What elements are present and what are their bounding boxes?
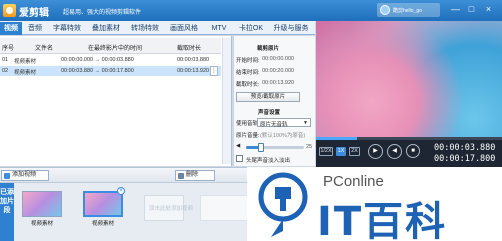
scrollbar[interactable] <box>222 38 231 164</box>
avatar <box>380 5 390 15</box>
row-filename: 视频素材 <box>14 59 37 65</box>
add-clip-placeholder-text: 双击此处添加视频 <box>149 206 194 212</box>
row-menu-icon[interactable]: ⋮ <box>210 66 218 76</box>
volume-slider-handle[interactable] <box>257 143 264 152</box>
clip-thumbnail <box>83 191 123 217</box>
minimize-icon[interactable]: — <box>450 4 461 15</box>
table-row[interactable]: 02 视频素材 00:00:03.880 → 00:00:17.800 00:0… <box>0 66 221 76</box>
app-logo-icon <box>3 4 16 17</box>
section-title-audio: 声音设置 <box>258 110 281 116</box>
add-video-icon <box>4 173 10 179</box>
row-duration: 00:00:13.920 <box>177 68 210 74</box>
player-controls: 1/2X 1X 2X ▶ ◀ ■ 00:00:03.880 00:00:17.8… <box>316 137 502 167</box>
audio-track-value: 原片无音轨 <box>260 122 288 128</box>
speed-normal-button[interactable]: 1X <box>336 147 346 156</box>
clip-thumbnail <box>22 191 62 217</box>
row-time-range: 00:00:00.000 → 00:00:03.880 <box>61 57 134 63</box>
duration-value[interactable]: 00:00:13.920 <box>262 80 294 86</box>
audio-track-label: 使用音轨: <box>236 121 260 127</box>
table-row[interactable]: 01 视频素材 00:00:00.000 → 00:00:03.880 00:0… <box>0 55 221 65</box>
row-duration: 00:00:03.880 <box>177 57 210 63</box>
column-header-number: 序号 <box>2 46 15 52</box>
volume-hint: (默认100%为原音) <box>260 133 306 139</box>
row-time-range: 00:00:03.880 → 00:00:17.800 <box>61 68 134 74</box>
pconline-logo-icon <box>258 172 308 237</box>
start-time-label: 开始时间: <box>236 58 260 64</box>
chevron-down-icon: ▼ <box>303 120 308 126</box>
title-bar: 爱剪辑 超易用、强大的视频剪辑软件 酷剪hello_go — □ × <box>0 0 502 21</box>
playback-progress-bar[interactable] <box>316 137 502 140</box>
watermark-overlay: PConline IT百科 <box>247 167 502 241</box>
add-video-button[interactable]: 添加视频 <box>1 170 49 181</box>
tab-subtitle-effects[interactable]: 字幕特效 <box>48 22 86 35</box>
file-list-panel: 序号 文件名 在最终影片中的时间 截取时长 01 视频素材 00:00:00.0… <box>0 36 232 166</box>
column-header-time: 在最终影片中的时间 <box>88 46 143 52</box>
trash-icon <box>178 173 184 179</box>
start-time-value[interactable]: 00:00:00.000 <box>262 56 294 62</box>
delete-button[interactable]: 删除 <box>175 170 215 181</box>
preview-trim-button[interactable]: 预览/截取原片 <box>236 92 300 102</box>
delete-label: 删除 <box>186 172 199 178</box>
tab-picture-style[interactable]: 画面风格 <box>165 22 203 35</box>
audio-track-dropdown[interactable]: 原片无音轨 ▼ <box>257 118 311 128</box>
section-title-trim: 裁剪原片 <box>257 46 280 52</box>
timeline-clip[interactable]: 视频素材 <box>22 191 62 227</box>
current-time: 00:00:03.880 <box>434 143 496 153</box>
video-preview <box>316 21 502 137</box>
playback-progress-fill <box>316 137 357 140</box>
remove-clip-icon[interactable]: × <box>117 187 125 195</box>
add-clip-placeholder[interactable]: 双击此处添加视频 <box>144 195 193 221</box>
play-icon[interactable]: ▶ <box>368 144 383 159</box>
speed-double-button[interactable]: 2X <box>349 147 360 156</box>
end-time-value[interactable]: 00:00:20.000 <box>262 68 294 74</box>
row-filename: 视频素材 <box>14 70 37 76</box>
add-video-label: 添加视频 <box>12 172 37 178</box>
app-title: 爱剪辑 <box>19 8 49 19</box>
fade-in-out-label: 头尾声音淡入淡出 <box>246 158 291 164</box>
tab-audio[interactable]: 音频 <box>23 22 47 35</box>
tab-upgrade-service[interactable]: 升级与服务 <box>268 22 314 35</box>
close-icon[interactable]: × <box>483 4 494 15</box>
watermark-site-name: PConline <box>323 173 384 190</box>
volume-icon: ◀ <box>236 143 241 149</box>
volume-label: 原片音量: <box>236 133 260 139</box>
app-slogan: 超易用、强大的视频剪辑软件 <box>63 10 142 16</box>
volume-value: 25 <box>306 144 313 150</box>
tab-video[interactable]: 视频 <box>0 22 22 35</box>
user-account[interactable]: 酷剪hello_go <box>377 3 440 17</box>
column-header-filename: 文件名 <box>35 46 54 52</box>
row-number: 02 <box>2 68 9 74</box>
column-header-duration: 截取时长 <box>177 46 202 52</box>
clip-label: 视频素材 <box>30 221 53 227</box>
stop-icon[interactable]: ■ <box>406 144 420 158</box>
empty-clip-slot[interactable] <box>200 195 250 221</box>
total-time: 00:00:17.800 <box>434 154 496 164</box>
row-number: 01 <box>2 57 9 63</box>
table-header: 序号 文件名 在最终影片中的时间 截取时长 <box>0 38 221 54</box>
duration-label: 截取时长: <box>236 82 260 88</box>
tab-karaoke[interactable]: 卡拉OK <box>235 22 267 35</box>
timeline-label: 已添加片段 <box>0 183 14 241</box>
volume-slider[interactable] <box>246 143 304 152</box>
tab-overlay[interactable]: 叠加素材 <box>87 22 125 35</box>
fade-in-out-checkbox[interactable] <box>236 155 243 162</box>
timeline-clip[interactable]: × 视频素材 <box>83 187 125 227</box>
maximize-icon[interactable]: □ <box>466 4 477 15</box>
user-name: 酷剪hello_go <box>393 8 422 14</box>
watermark-brand: IT百科 <box>317 199 448 241</box>
end-time-label: 结束时间: <box>236 70 260 76</box>
clip-label: 视频素材 <box>91 221 114 227</box>
previous-frame-icon[interactable]: ◀ <box>387 144 402 159</box>
main-tabs: 视频 音频 字幕特效 叠加素材 转场特效 画面风格 MTV 卡拉OK 升级与服务 <box>0 21 315 35</box>
clip-settings-panel: 裁剪原片 开始时间: 00:00:00.000 结束时间: 00:00:20.0… <box>233 36 315 166</box>
speed-half-button[interactable]: 1/2X <box>319 147 333 156</box>
tab-mtv[interactable]: MTV <box>204 22 234 35</box>
tab-transitions[interactable]: 转场特效 <box>126 22 164 35</box>
